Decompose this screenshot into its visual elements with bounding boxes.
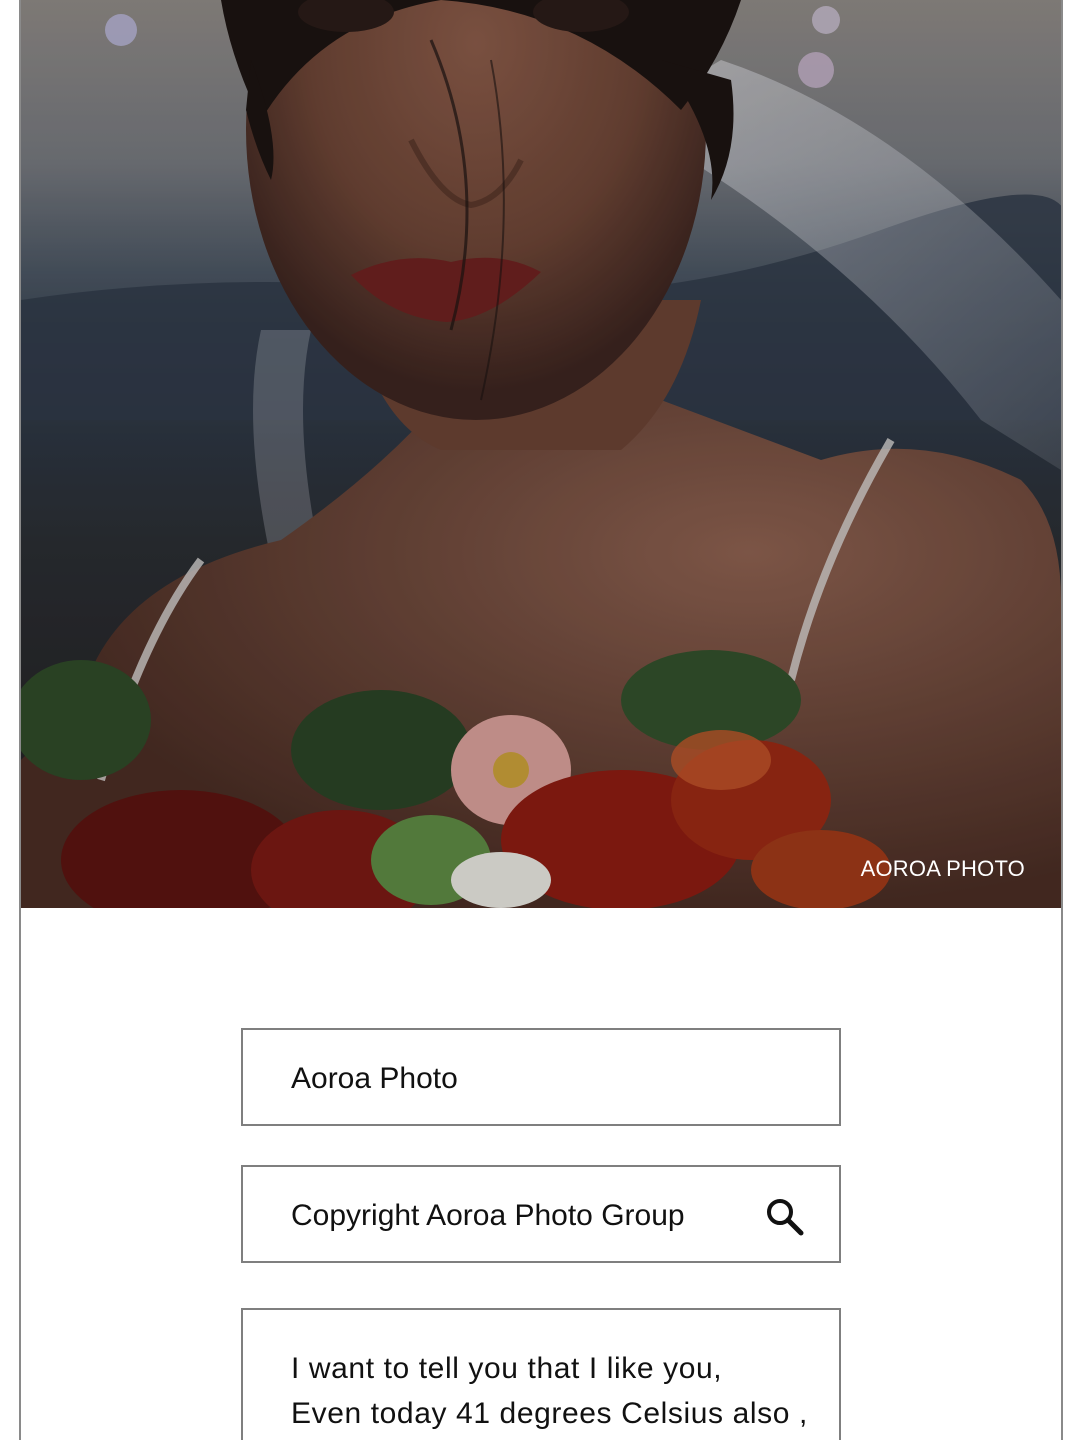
message-textarea[interactable]: I want to tell you that I like you, Even… (241, 1308, 841, 1440)
hero-photo: AOROA PHOTO (21, 0, 1061, 908)
watermark-text: AOROA PHOTO (860, 856, 1025, 881)
message-line-2: Even today 41 degrees Celsius also , (291, 1397, 808, 1430)
search-field[interactable]: Copyright Aoroa Photo Group (241, 1165, 841, 1263)
search-icon[interactable] (765, 1197, 805, 1237)
page-frame: AOROA PHOTO Aoroa Photo Copyright Aoroa … (19, 0, 1063, 1440)
name-field-value: Aoroa Photo (291, 1062, 458, 1095)
search-icon-glyph (767, 1199, 804, 1236)
message-line-1: I want to tell you that I like you, (291, 1352, 723, 1385)
search-field-value: Copyright Aoroa Photo Group (291, 1199, 685, 1232)
hero-photo-art (21, 0, 1061, 908)
name-field[interactable]: Aoroa Photo (241, 1028, 841, 1126)
message-text: I want to tell you that I like you, Even… (291, 1346, 808, 1436)
